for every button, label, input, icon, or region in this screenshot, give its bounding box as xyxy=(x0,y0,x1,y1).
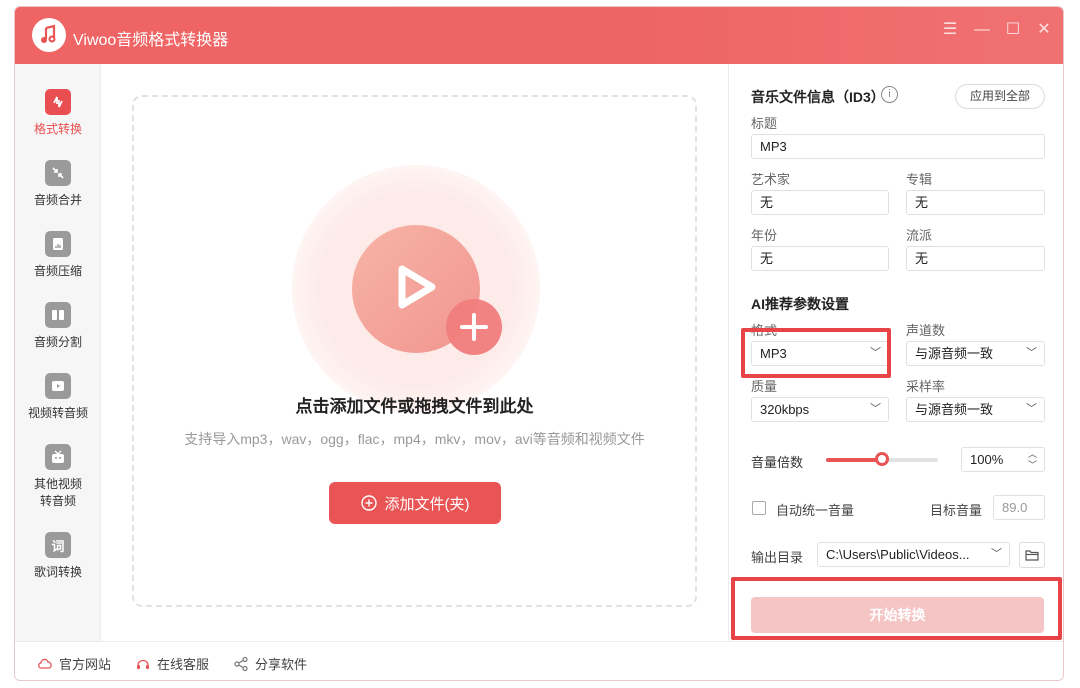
app-title: Viwoo音频格式转换器 xyxy=(73,32,229,49)
minimize-icon[interactable]: — xyxy=(971,19,993,41)
volume-slider-handle[interactable] xyxy=(875,452,889,466)
volume-slider[interactable] xyxy=(826,452,938,466)
chevron-down-icon: ﹀ xyxy=(991,548,1002,560)
channels-value: 与源音频一致 xyxy=(915,346,994,361)
browse-folder-button[interactable] xyxy=(1019,542,1045,568)
sidebar-item-label: 其他视频 xyxy=(33,477,82,491)
settings-panel: 音乐文件信息（ID3） i 应用到全部 标题 MP3 艺术家 无 专辑 无 年份… xyxy=(728,64,1063,641)
merge-icon xyxy=(45,160,71,186)
footer: 官方网站 在线客服 分享软件 xyxy=(15,641,1063,680)
year-field[interactable]: 无 xyxy=(751,246,889,271)
genre-field[interactable]: 无 xyxy=(906,246,1045,271)
online-support-link[interactable]: 在线客服 xyxy=(135,654,209,673)
sidebar-item-label: 歌词转换 xyxy=(33,565,82,579)
volume-stepper[interactable]: 100% ︿ ﹀ xyxy=(961,447,1045,472)
sidebar-item-label: 音频合并 xyxy=(33,193,82,207)
id3-section-title: 音乐文件信息（ID3） xyxy=(751,89,885,105)
info-icon[interactable]: i xyxy=(881,86,898,103)
online-support-label: 在线客服 xyxy=(157,657,210,672)
target-volume-label: 目标音量 xyxy=(930,503,983,518)
album-field[interactable]: 无 xyxy=(906,190,1045,215)
title-field[interactable]: MP3 xyxy=(751,134,1045,159)
cloud-icon xyxy=(38,658,52,669)
samplerate-select[interactable]: 与源音频一致 ﹀ xyxy=(906,397,1045,422)
output-dir-select[interactable]: C:\Users\Public\Videos... ﹀ xyxy=(817,542,1010,567)
app-window: Viwoo音频格式转换器 ☰ — ☐ ✕ 格式转换 音频合并 音频压缩 音频分割… xyxy=(14,6,1064,681)
album-label: 专辑 xyxy=(906,172,933,187)
year-label: 年份 xyxy=(751,228,778,243)
chevron-down-icon: ﹀ xyxy=(1026,347,1037,359)
auto-volume-label: 自动统一音量 xyxy=(776,503,855,518)
file-drop-zone[interactable]: 点击添加文件或拖拽文件到此处 支持导入mp3，wav，ogg，flac，mp4，… xyxy=(132,95,697,607)
headset-icon xyxy=(137,659,149,669)
sidebar-item-label: 音频压缩 xyxy=(33,264,82,278)
ai-section-title: AI推荐参数设置 xyxy=(751,296,849,312)
samplerate-label: 采样率 xyxy=(906,379,946,394)
maximize-icon[interactable]: ☐ xyxy=(1002,19,1024,41)
output-dir-value: C:\Users\Public\Videos... xyxy=(826,547,970,562)
volume-slider-fill xyxy=(826,458,882,462)
output-dir-label: 输出目录 xyxy=(751,550,804,565)
title-label: 标题 xyxy=(751,116,778,131)
volume-label: 音量倍数 xyxy=(751,455,804,470)
quality-label: 质量 xyxy=(751,379,778,394)
video-to-audio-icon xyxy=(45,373,71,399)
channels-select[interactable]: 与源音频一致 ﹀ xyxy=(906,341,1045,366)
start-highlight-box xyxy=(731,577,1062,640)
share-software-link[interactable]: 分享软件 xyxy=(233,654,307,673)
sidebar-item-lyrics-convert[interactable]: 词 歌词转换 xyxy=(15,532,101,580)
close-icon[interactable]: ✕ xyxy=(1033,19,1055,41)
samplerate-value: 与源音频一致 xyxy=(915,402,994,417)
target-volume-field[interactable]: 89.0 xyxy=(993,495,1045,520)
channels-label: 声道数 xyxy=(906,323,946,338)
menu-icon[interactable]: ☰ xyxy=(939,19,961,41)
add-files-label: 添加文件(夹) xyxy=(384,495,470,513)
artist-label: 艺术家 xyxy=(751,172,791,187)
sidebar-item-audio-merge[interactable]: 音频合并 xyxy=(15,160,101,208)
sidebar-item-label: 视频转音频 xyxy=(27,406,88,420)
title-bar: Viwoo音频格式转换器 ☰ — ☐ ✕ xyxy=(15,7,1063,64)
sidebar-item-label: 音频分割 xyxy=(33,335,82,349)
split-icon xyxy=(45,302,71,328)
tv-icon xyxy=(45,444,71,470)
lyrics-icon: 词 xyxy=(45,532,71,558)
chevron-down-icon: ﹀ xyxy=(870,403,881,415)
sidebar: 格式转换 音频合并 音频压缩 音频分割 视频转音频 其他视频 转音频 词 歌词转… xyxy=(15,64,101,641)
apply-to-all-button[interactable]: 应用到全部 xyxy=(955,84,1045,109)
sidebar-item-audio-split[interactable]: 音频分割 xyxy=(15,302,101,350)
sidebar-item-format-convert[interactable]: 格式转换 xyxy=(15,89,101,137)
quality-select[interactable]: 320kbps ﹀ xyxy=(751,397,889,422)
stepper-arrows-icon: ︿ ﹀ xyxy=(1027,449,1037,470)
artist-field[interactable]: 无 xyxy=(751,190,889,215)
genre-label: 流派 xyxy=(906,228,933,243)
format-highlight-box xyxy=(741,328,891,378)
plus-circle-icon xyxy=(360,495,377,511)
drop-zone-title: 点击添加文件或拖拽文件到此处 xyxy=(295,397,534,416)
chevron-down-icon: ﹀ xyxy=(1026,403,1037,415)
volume-value: 100% xyxy=(970,452,1004,467)
play-illustration xyxy=(292,165,540,413)
share-software-label: 分享软件 xyxy=(255,657,308,672)
sidebar-item-label-line2: 转音频 xyxy=(39,494,76,508)
add-files-button[interactable]: 添加文件(夹) xyxy=(329,482,501,524)
sidebar-item-video-to-audio[interactable]: 视频转音频 xyxy=(15,373,101,421)
official-website-label: 官方网站 xyxy=(59,657,112,672)
compress-icon xyxy=(45,231,71,257)
sidebar-item-other-video[interactable]: 其他视频 转音频 xyxy=(15,444,101,509)
drop-zone-subtitle: 支持导入mp3，wav，ogg，flac，mp4，mkv，mov，avi等音频和… xyxy=(184,431,645,447)
app-logo-icon xyxy=(32,18,66,52)
sidebar-item-audio-compress[interactable]: 音频压缩 xyxy=(15,231,101,279)
quality-value: 320kbps xyxy=(760,402,810,417)
auto-volume-checkbox[interactable] xyxy=(752,501,766,515)
convert-icon xyxy=(45,89,71,115)
sidebar-item-label: 格式转换 xyxy=(33,122,82,136)
official-website-link[interactable]: 官方网站 xyxy=(37,654,111,673)
share-icon xyxy=(234,656,248,671)
folder-icon xyxy=(1025,550,1039,561)
